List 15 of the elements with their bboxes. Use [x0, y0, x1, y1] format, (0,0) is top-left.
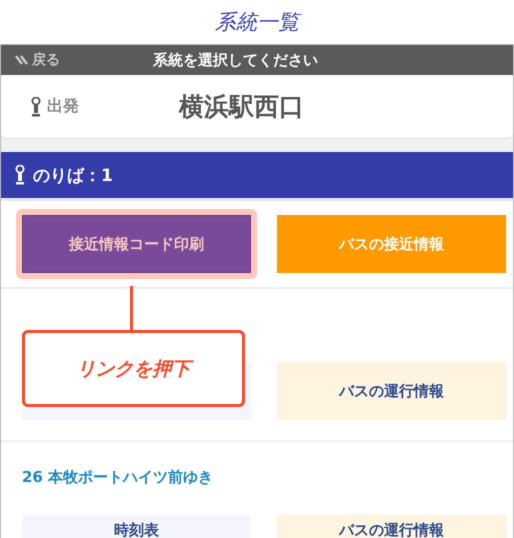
operation-info-button[interactable]: バスの運行情報 [277, 515, 506, 538]
bus-stop-icon [15, 165, 25, 185]
route-name[interactable]: 26 本牧ポートハイツ前ゆき [1, 442, 513, 497]
page-title: 系統一覧 [215, 8, 299, 36]
platform-label: のりば：1 [33, 164, 113, 186]
approach-info-button[interactable]: バスの接近情報 [277, 215, 506, 273]
print-code-button[interactable]: 接近情報コード印刷 [22, 215, 251, 273]
back-icon [15, 53, 29, 67]
origin-label: 出発 [47, 96, 80, 117]
bus-stop-icon [31, 96, 41, 116]
back-button[interactable]: 戻る [15, 51, 125, 69]
timetable-button[interactable]: 時刻表 [22, 515, 251, 538]
stop-name: 横浜駅西口 [179, 91, 304, 123]
header-title: 系統を選択してください [153, 50, 318, 70]
operation-info-button[interactable]: バスの運行情報 [277, 362, 506, 420]
